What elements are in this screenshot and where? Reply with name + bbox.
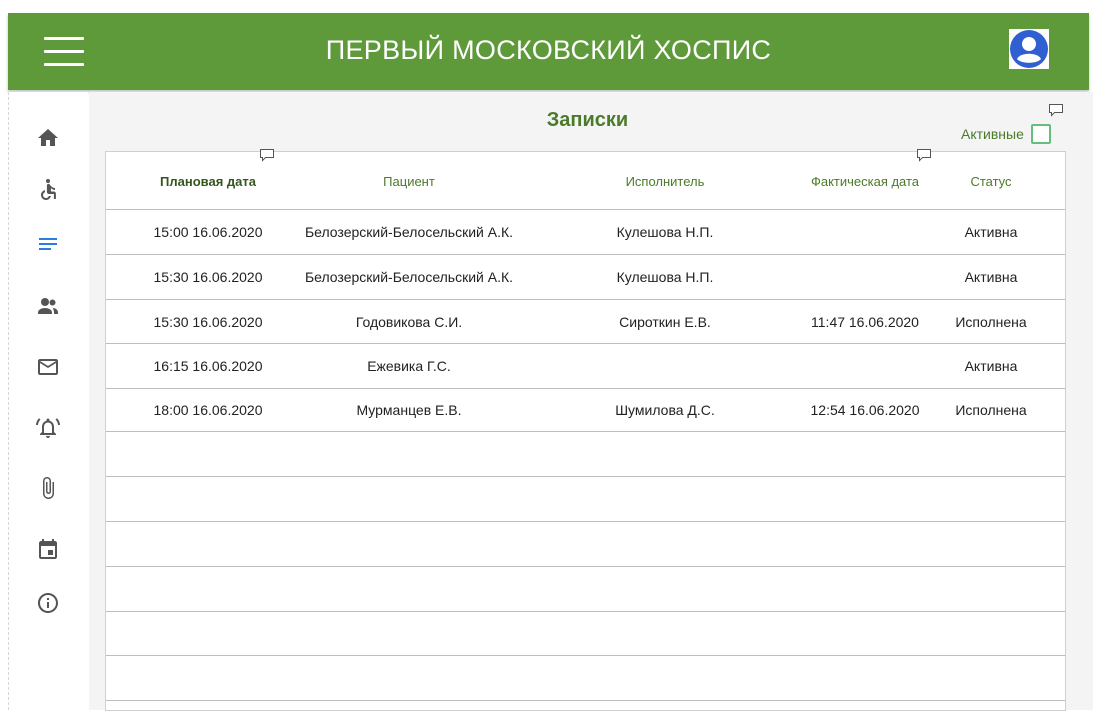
info-icon[interactable] [35, 590, 61, 616]
cell-actual-date: 11:47 16.06.2020 [811, 313, 919, 330]
active-filter: Активные [961, 122, 1051, 146]
cell-executor: Кулешова Н.П. [616, 269, 714, 285]
user-avatar-icon[interactable] [1009, 29, 1049, 69]
cell-status: Активна [964, 224, 1018, 240]
main-content: Записки Активные Плановая дата Пациент И… [89, 92, 1093, 711]
cell-patient: Ежевика Г.С. [367, 358, 451, 374]
comment-icon[interactable] [259, 148, 275, 162]
column-header-patient[interactable]: Пациент [293, 152, 525, 210]
active-filter-label: Активные [961, 126, 1024, 142]
app-header: ПЕРВЫЙ МОСКОВСКИЙ ХОСПИС [8, 13, 1089, 90]
comment-icon[interactable] [916, 148, 932, 162]
cell-status: Исполнена [955, 313, 1027, 330]
cell-patient: Годовикова С.И. [355, 313, 463, 330]
calendar-icon[interactable] [35, 536, 61, 562]
sidebar [8, 92, 88, 710]
cell-planned-date: 15:30 16.06.2020 [153, 269, 263, 285]
empty-table-row [106, 656, 1065, 701]
empty-table-row [106, 477, 1065, 522]
cell-actual-date: 12:54 16.06.2020 [810, 402, 920, 418]
table-header: Плановая дата Пациент Исполнитель Фактич… [106, 149, 1065, 210]
column-header-executor[interactable]: Исполнитель [573, 152, 757, 210]
menu-icon[interactable] [44, 37, 84, 67]
wheelchair-icon[interactable] [35, 176, 61, 202]
notes-table: Плановая дата Пациент Исполнитель Фактич… [105, 149, 1066, 711]
cell-executor [573, 344, 757, 388]
cell-planned-date: 15:00 16.06.2020 [153, 224, 263, 240]
cell-planned-date: 15:30 16.06.2020 [153, 313, 263, 330]
table-row[interactable]: 15:30 16.06.2020 Белозерский-Белосельски… [106, 255, 1065, 300]
cell-status: Исполнена [955, 402, 1027, 418]
home-icon[interactable] [35, 125, 61, 151]
empty-table-row [106, 612, 1065, 656]
empty-table-row [106, 567, 1065, 612]
cell-executor: Кулешова Н.П. [616, 224, 714, 240]
cell-executor: Шумилова Д.С. [615, 402, 715, 418]
cell-status: Активна [964, 358, 1018, 374]
attachment-icon[interactable] [35, 475, 61, 501]
cell-actual-date [780, 210, 950, 254]
cell-actual-date [780, 344, 950, 388]
alarm-icon[interactable] [35, 415, 61, 441]
notes-icon[interactable] [35, 231, 61, 257]
cell-planned-date: 18:00 16.06.2020 [153, 402, 263, 418]
cell-planned-date: 16:15 16.06.2020 [153, 358, 263, 374]
comment-icon[interactable] [1048, 103, 1064, 117]
table-row[interactable]: 18:00 16.06.2020 Мурманцев Е.В. Шумилова… [106, 389, 1065, 432]
cell-patient: Мурманцев Е.В. [356, 402, 462, 418]
cell-patient: Белозерский-Белосельский А.К. [304, 269, 514, 285]
page-title: Записки [546, 109, 629, 131]
cell-actual-date [780, 255, 950, 299]
cell-patient: Белозерский-Белосельский А.К. [304, 224, 514, 240]
empty-table-row [106, 432, 1065, 477]
table-row[interactable]: 16:15 16.06.2020 Ежевика Г.С. Активна [106, 344, 1065, 389]
column-header-status[interactable]: Статус [941, 152, 1041, 210]
cell-status: Активна [964, 269, 1018, 285]
empty-table-row [106, 522, 1065, 567]
cell-executor: Сироткин Е.В. [619, 313, 711, 330]
people-icon[interactable] [35, 293, 61, 319]
mail-icon[interactable] [35, 354, 61, 380]
table-row[interactable]: 15:00 16.06.2020 Белозерский-Белосельски… [106, 210, 1065, 255]
table-row[interactable]: 15:30 16.06.2020 Годовикова С.И. Сиротки… [106, 300, 1065, 344]
active-filter-checkbox[interactable] [1030, 124, 1051, 144]
app-title: ПЕРВЫЙ МОСКОВСКИЙ ХОСПИС [325, 35, 772, 65]
